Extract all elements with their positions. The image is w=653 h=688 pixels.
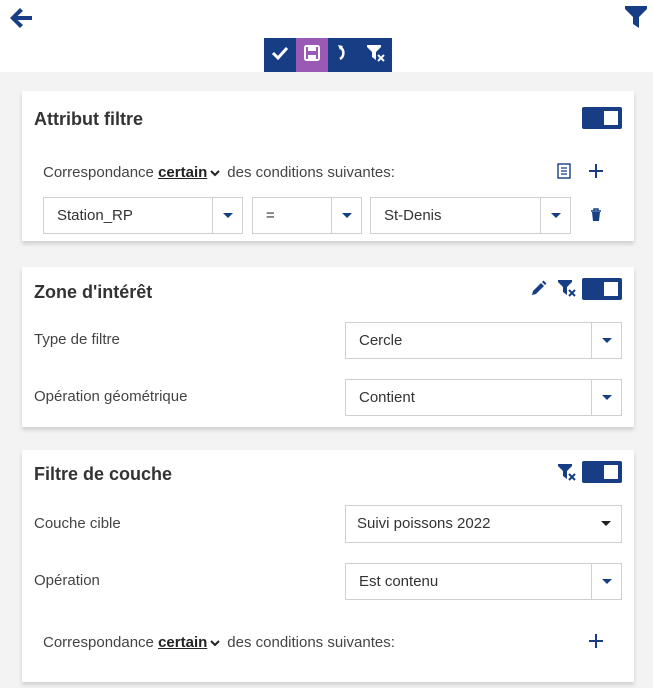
save-button[interactable] — [296, 38, 328, 72]
apply-button[interactable] — [264, 38, 296, 72]
attribute-filter-panel: Attribut filtre Correspondance certain de… — [22, 91, 634, 241]
target-layer-value: Suivi poissons 2022 — [357, 515, 491, 532]
clear-filter-icon[interactable] — [557, 279, 577, 302]
caret-down-icon — [591, 564, 621, 599]
add-condition-icon[interactable] — [587, 162, 605, 185]
panel-title: Zone d'intérêt — [34, 282, 153, 302]
value-value: St-Denis — [384, 207, 442, 224]
target-layer-label: Couche cible — [34, 515, 121, 532]
back-arrow-icon[interactable] — [8, 6, 34, 30]
list-icon[interactable] — [557, 163, 571, 184]
match-mode-dropdown[interactable]: certain — [158, 164, 207, 181]
filter-type-value: Cercle — [359, 332, 403, 349]
match-prefix: Correspondance — [43, 634, 154, 651]
clear-filter-button[interactable] — [360, 38, 392, 72]
operator-value: = — [266, 207, 275, 224]
field-select[interactable]: Station_RP — [43, 197, 243, 234]
panel-title: Filtre de couche — [34, 464, 173, 484]
operation-label: Opération — [34, 572, 100, 589]
layer-filter-toggle[interactable] — [582, 461, 622, 483]
save-icon — [303, 44, 321, 67]
field-value: Station_RP — [57, 207, 133, 224]
match-suffix: des conditions suivantes: — [227, 164, 395, 181]
geometric-operation-value: Contient — [359, 389, 415, 406]
match-condition-line: Correspondance certain des conditions sui… — [43, 634, 395, 651]
zone-of-interest-panel: Zone d'intérêt Type de filtre Cercle Opé… — [22, 267, 634, 427]
operation-value: Est contenu — [359, 573, 439, 590]
trash-icon[interactable] — [590, 208, 602, 227]
caret-down-icon — [591, 506, 621, 541]
caret-down-icon — [591, 323, 621, 358]
filter-type-select[interactable]: Cercle — [345, 322, 622, 359]
match-prefix: Correspondance — [43, 164, 154, 181]
check-icon — [271, 45, 289, 66]
zone-of-interest-toggle[interactable] — [582, 278, 622, 300]
operation-select[interactable]: Est contenu — [345, 563, 622, 600]
funnel-icon[interactable] — [624, 4, 648, 30]
undo-icon — [337, 44, 351, 67]
geometric-operation-select[interactable]: Contient — [345, 379, 622, 416]
pencil-icon[interactable] — [530, 279, 548, 302]
add-condition-icon[interactable] — [587, 632, 605, 655]
caret-down-icon — [331, 198, 361, 233]
caret-down-icon — [212, 198, 242, 233]
match-mode-dropdown[interactable]: certain — [158, 634, 207, 651]
panel-title: Attribut filtre — [34, 109, 143, 129]
value-select[interactable]: St-Denis — [370, 197, 571, 234]
operator-select[interactable]: = — [252, 197, 362, 234]
chevron-down-icon[interactable] — [209, 168, 221, 178]
filter-type-label: Type de filtre — [34, 331, 120, 348]
attribute-filter-toggle[interactable] — [582, 107, 622, 129]
filter-toolbar — [264, 38, 392, 72]
top-bar — [0, 0, 653, 72]
chevron-down-icon[interactable] — [209, 638, 221, 648]
clear-filter-icon — [366, 44, 386, 67]
clear-filter-icon[interactable] — [557, 463, 577, 486]
geometric-operation-label: Opération géométrique — [34, 388, 188, 405]
caret-down-icon — [591, 380, 621, 415]
undo-button[interactable] — [328, 38, 360, 72]
match-condition-line: Correspondance certain des conditions sui… — [43, 164, 395, 181]
target-layer-select[interactable]: Suivi poissons 2022 — [345, 505, 622, 543]
match-suffix: des conditions suivantes: — [227, 634, 395, 651]
caret-down-icon — [540, 198, 570, 233]
layer-filter-panel: Filtre de couche Couche cible Suivi pois… — [22, 450, 634, 682]
